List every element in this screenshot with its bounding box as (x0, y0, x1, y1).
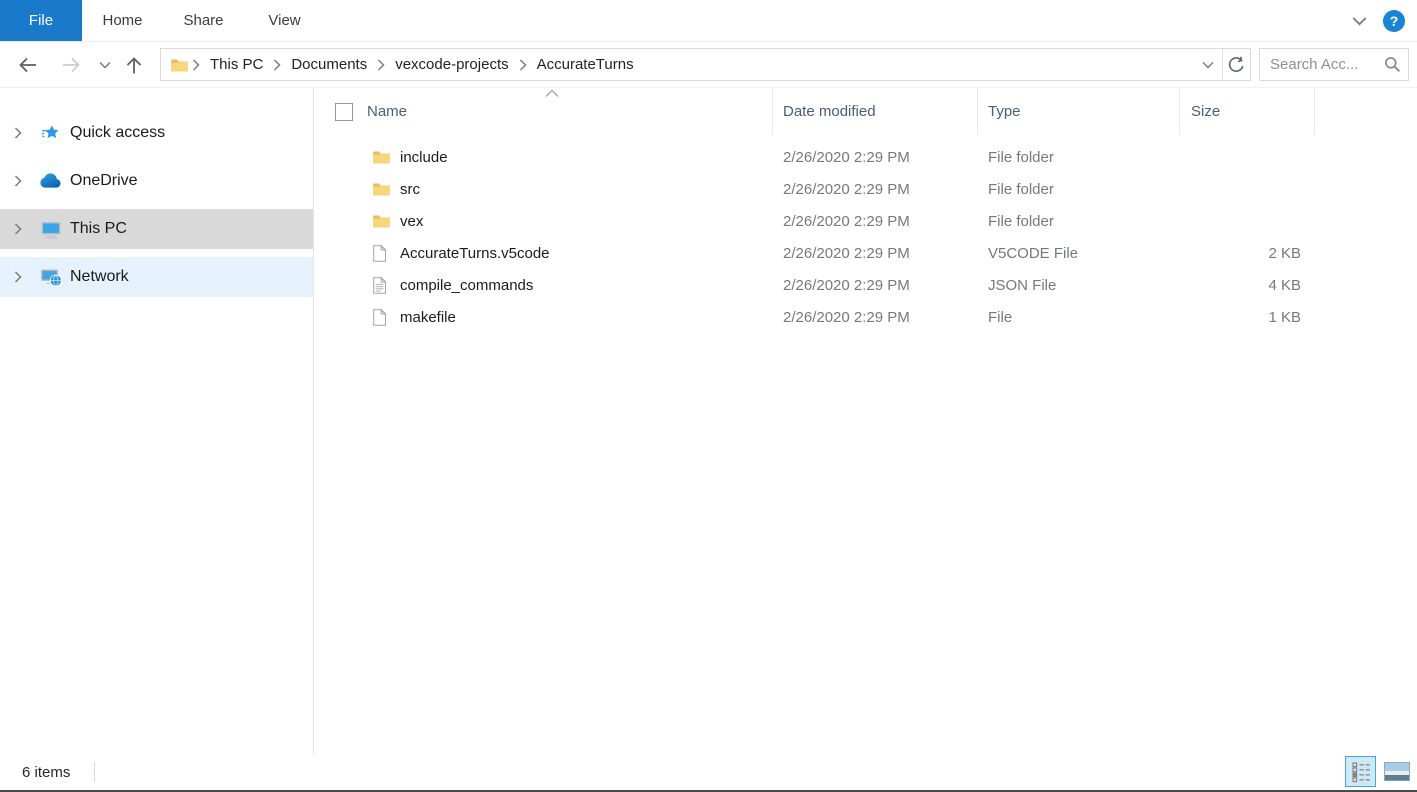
file-type: File (978, 309, 1180, 326)
file-row-src[interactable]: src 2/26/2020 2:29 PM File folder (314, 173, 1417, 205)
navigation-pane: Quick access OneDrive This PC Network (0, 88, 314, 755)
status-divider (94, 762, 95, 782)
quick-access-star-icon (39, 122, 63, 144)
folder-icon (372, 213, 391, 230)
status-bar: 6 items (0, 755, 1417, 789)
file-size: 1 KB (1180, 309, 1315, 326)
file-icon (372, 245, 391, 262)
sidebar-item-label: OneDrive (70, 172, 138, 190)
file-size: 4 KB (1180, 277, 1315, 294)
expand-chevron-icon[interactable] (14, 127, 28, 139)
expand-chevron-icon[interactable] (14, 271, 28, 283)
file-row-vex[interactable]: vex 2/26/2020 2:29 PM File folder (314, 205, 1417, 237)
chevron-right-icon[interactable] (377, 59, 385, 71)
file-date: 2/26/2020 2:29 PM (773, 213, 978, 230)
file-explorer-window: File Home Share View ? This PC Documents… (0, 0, 1417, 792)
sidebar-item-label: Quick access (70, 124, 165, 142)
tab-home[interactable]: Home (82, 0, 163, 41)
sidebar-item-label: This PC (70, 220, 127, 238)
file-name: compile_commands (400, 277, 533, 294)
chevron-right-icon[interactable] (192, 59, 200, 71)
column-header-label: Name (367, 103, 407, 120)
file-row-accurateturns-v5code[interactable]: AccurateTurns.v5code 2/26/2020 2:29 PM V… (314, 237, 1417, 269)
file-type: V5CODE File (978, 245, 1180, 262)
file-date: 2/26/2020 2:29 PM (773, 149, 978, 166)
expand-chevron-icon[interactable] (14, 175, 28, 187)
chevron-right-icon[interactable] (519, 59, 527, 71)
column-headers: Name Date modified Type Size (314, 88, 1417, 135)
file-list-pane: Name Date modified Type Size include 2/2… (314, 88, 1417, 755)
thumbnails-view-button[interactable] (1383, 762, 1410, 782)
column-header-type[interactable]: Type (978, 88, 1180, 135)
folder-icon (170, 57, 189, 73)
file-rows: include 2/26/2020 2:29 PM File folder sr… (314, 141, 1417, 333)
file-date: 2/26/2020 2:29 PM (773, 245, 978, 262)
column-header-size[interactable]: Size (1180, 88, 1315, 135)
file-date: 2/26/2020 2:29 PM (773, 277, 978, 294)
file-name: vex (400, 213, 423, 230)
file-size: 2 KB (1180, 245, 1315, 262)
column-header-name[interactable]: Name (314, 88, 773, 135)
navigation-toolbar: This PC Documents vexcode-projects Accur… (0, 42, 1417, 88)
address-bar[interactable]: This PC Documents vexcode-projects Accur… (160, 48, 1251, 81)
forward-button[interactable] (61, 56, 82, 74)
file-name: include (400, 149, 448, 166)
text-file-icon (372, 277, 391, 294)
search-box (1259, 48, 1409, 81)
expand-chevron-icon[interactable] (14, 223, 28, 235)
file-name: AccurateTurns.v5code (400, 245, 550, 262)
tab-view[interactable]: View (244, 0, 325, 41)
file-date: 2/26/2020 2:29 PM (773, 309, 978, 326)
folder-icon (372, 149, 391, 166)
breadcrumb-documents[interactable]: Documents (284, 56, 374, 73)
sidebar-item-label: Network (70, 268, 129, 286)
details-view-button[interactable] (1345, 756, 1376, 787)
expand-ribbon-chevron-icon[interactable] (1352, 16, 1367, 26)
file-name: src (400, 181, 420, 198)
up-button[interactable] (125, 55, 143, 75)
column-header-label: Date modified (783, 103, 876, 120)
file-type: File folder (978, 213, 1180, 230)
nav-buttons (0, 55, 160, 75)
tab-share[interactable]: Share (163, 0, 244, 41)
breadcrumb-vexcode-projects[interactable]: vexcode-projects (388, 56, 515, 73)
file-name: makefile (400, 309, 456, 326)
file-icon (372, 309, 391, 326)
file-type: File folder (978, 149, 1180, 166)
chevron-right-icon[interactable] (273, 59, 281, 71)
column-header-date-modified[interactable]: Date modified (773, 88, 978, 135)
sort-ascending-icon (545, 89, 559, 98)
onedrive-cloud-icon (39, 170, 63, 192)
tab-file[interactable]: File (0, 0, 82, 41)
file-row-compile-commands[interactable]: compile_commands 2/26/2020 2:29 PM JSON … (314, 269, 1417, 301)
network-computer-icon (39, 266, 63, 288)
file-row-include[interactable]: include 2/26/2020 2:29 PM File folder (314, 141, 1417, 173)
help-button[interactable]: ? (1383, 10, 1405, 32)
address-dropdown-chevron-icon[interactable] (1194, 49, 1222, 80)
back-button[interactable] (17, 56, 38, 74)
sidebar-item-onedrive[interactable]: OneDrive (0, 161, 313, 201)
folder-icon (372, 181, 391, 198)
column-header-label: Type (988, 103, 1021, 120)
breadcrumb-accurateturns[interactable]: AccurateTurns (530, 56, 641, 73)
search-icon[interactable] (1384, 56, 1401, 73)
breadcrumb-this-pc[interactable]: This PC (203, 56, 270, 73)
this-pc-monitor-icon (39, 218, 63, 240)
file-type: JSON File (978, 277, 1180, 294)
ribbon-tab-bar: File Home Share View ? (0, 0, 1417, 42)
refresh-icon[interactable] (1222, 49, 1250, 80)
column-header-label: Size (1191, 103, 1220, 120)
sidebar-item-quick-access[interactable]: Quick access (0, 113, 313, 153)
recent-locations-chevron-icon[interactable] (99, 61, 111, 69)
file-row-makefile[interactable]: makefile 2/26/2020 2:29 PM File 1 KB (314, 301, 1417, 333)
sidebar-item-network[interactable]: Network (0, 257, 313, 297)
file-type: File folder (978, 181, 1180, 198)
file-date: 2/26/2020 2:29 PM (773, 181, 978, 198)
items-count: 6 items (22, 764, 70, 781)
sidebar-item-this-pc[interactable]: This PC (0, 209, 313, 249)
main-area: Quick access OneDrive This PC Network (0, 88, 1417, 755)
select-all-checkbox[interactable] (335, 103, 353, 121)
